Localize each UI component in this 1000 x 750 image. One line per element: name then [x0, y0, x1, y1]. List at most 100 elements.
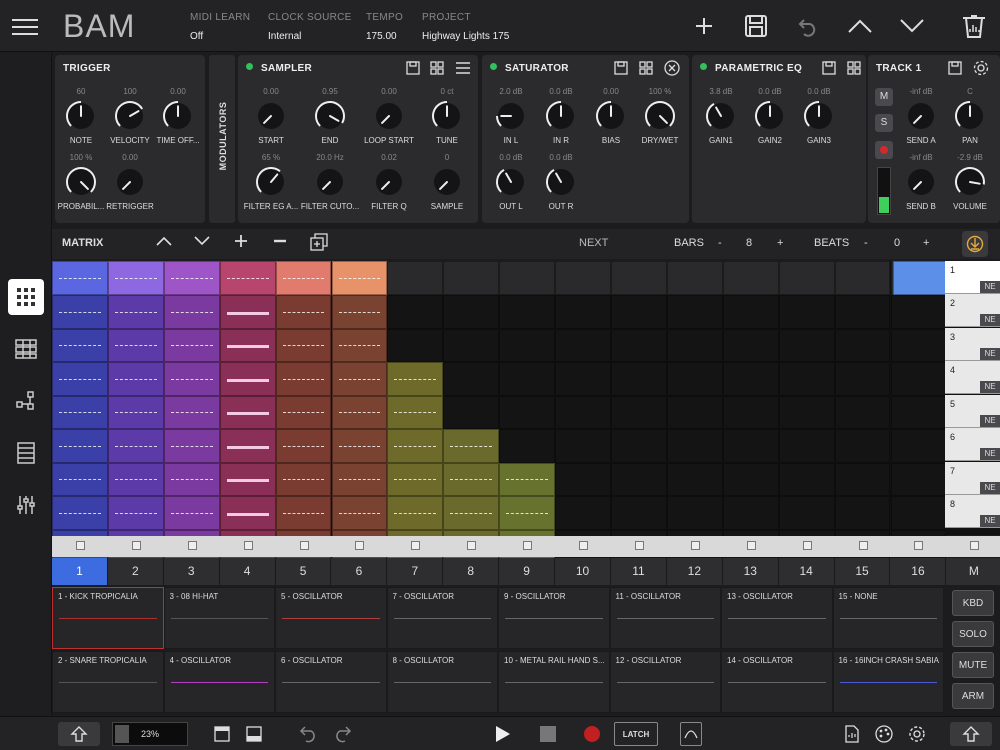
clip-slot[interactable]	[52, 362, 108, 396]
loop-start-knob[interactable]: 0.00 LOOP START	[357, 87, 421, 145]
clip-slot[interactable]	[107, 429, 164, 463]
clip-slot[interactable]	[722, 462, 779, 496]
beats-increment[interactable]: +	[923, 237, 929, 249]
track-panel[interactable]: 12 - OSCILLATOR	[609, 651, 721, 713]
clip-header[interactable]	[331, 261, 388, 295]
track-panel[interactable]: 5 - OSCILLATOR	[275, 587, 387, 649]
clip-slot[interactable]	[666, 362, 723, 396]
track-number[interactable]: 11	[611, 558, 667, 585]
clip-slot[interactable]	[275, 395, 332, 429]
track-number[interactable]: 8	[443, 558, 500, 585]
clip-slot[interactable]	[778, 295, 835, 329]
scene-8[interactable]: 8 NE	[945, 495, 1000, 528]
routing-view-icon[interactable]	[8, 383, 44, 419]
clip-slot[interactable]	[52, 462, 108, 496]
track-number[interactable]: 15	[835, 558, 891, 585]
duplicate-icon[interactable]	[310, 233, 328, 254]
track-number[interactable]: 9	[499, 558, 556, 585]
clip-slot[interactable]	[163, 362, 220, 396]
clip-slot[interactable]	[834, 295, 891, 329]
clip-header[interactable]	[163, 261, 220, 295]
clip-slot[interactable]	[163, 429, 220, 463]
track-number[interactable]: 6	[332, 558, 388, 585]
clip-header[interactable]	[834, 261, 891, 295]
clip-slot[interactable]	[387, 395, 444, 429]
clip-slot[interactable]	[778, 362, 835, 396]
stop-clip-checkbox[interactable]	[411, 541, 421, 550]
clip-slot[interactable]	[331, 462, 388, 496]
clock-source[interactable]: CLOCK SOURCE Internal	[268, 12, 378, 42]
beats-decrement[interactable]: -	[864, 237, 868, 249]
audio-file-icon[interactable]	[842, 722, 862, 746]
clip-slot[interactable]	[443, 362, 500, 396]
eq-status-led[interactable]	[700, 63, 707, 70]
clip-slot[interactable]	[52, 496, 108, 530]
menu-icon[interactable]	[12, 14, 38, 36]
clip-slot[interactable]	[219, 462, 276, 496]
clip-slot[interactable]	[275, 429, 332, 463]
bars-decrement[interactable]: -	[718, 237, 722, 249]
clip-slot[interactable]	[890, 462, 947, 496]
clip-slot[interactable]	[890, 328, 947, 362]
clip-slot[interactable]	[778, 429, 835, 463]
stop-clip-checkbox[interactable]	[970, 541, 980, 550]
clip-slot[interactable]	[52, 328, 108, 362]
sampler-status-led[interactable]	[246, 63, 253, 70]
filter-q-knob[interactable]: 0.02 FILTER Q	[357, 153, 421, 211]
stop-clip-checkbox[interactable]	[467, 541, 477, 550]
zoom-display[interactable]: 23%	[112, 722, 188, 746]
clip-slot[interactable]	[611, 295, 667, 329]
clip-header-selected[interactable]	[892, 261, 947, 295]
undo-icon[interactable]	[298, 722, 320, 746]
clip-slot[interactable]	[163, 462, 220, 496]
dry-wet-knob[interactable]: 100 % DRY/WET	[628, 87, 692, 145]
scene-next-button[interactable]: NE	[980, 448, 1000, 460]
track-panel[interactable]: 4 - OSCILLATOR	[163, 651, 275, 713]
clip-slot[interactable]	[387, 429, 444, 463]
track-number[interactable]: 14	[779, 558, 835, 585]
list-view-icon[interactable]	[8, 435, 44, 471]
scene-next-button[interactable]: NE	[980, 281, 1000, 293]
list-icon[interactable]	[454, 59, 472, 77]
save-preset-icon[interactable]	[404, 59, 422, 77]
clip-slot[interactable]	[666, 295, 723, 329]
clip-slot[interactable]	[219, 395, 276, 429]
clip-header[interactable]	[555, 261, 611, 295]
scene-4[interactable]: 4 NE	[945, 361, 1000, 394]
save-icon[interactable]	[739, 10, 773, 42]
stop-icon[interactable]	[538, 722, 558, 746]
clip-slot[interactable]	[275, 328, 332, 362]
next-select[interactable]: NEXT	[579, 237, 608, 249]
clip-slot[interactable]	[219, 496, 276, 530]
scene-next-button[interactable]: NE	[980, 348, 1000, 360]
clip-slot[interactable]	[611, 328, 667, 362]
start-knob[interactable]: 0.00 START	[239, 87, 303, 145]
track-number[interactable]: 4	[220, 558, 276, 585]
track-panel[interactable]: 3 - 08 HI-HAT	[163, 587, 275, 649]
undo-icon[interactable]	[791, 10, 825, 42]
mixer-view-icon[interactable]	[8, 487, 44, 523]
clip-slot[interactable]	[52, 295, 108, 329]
stop-clip-checkbox[interactable]	[131, 541, 141, 550]
scene-next-button[interactable]: NE	[980, 381, 1000, 393]
grid-icon[interactable]	[845, 59, 863, 77]
filter-eg-amount-knob[interactable]: 65 % FILTER EG A...	[239, 153, 303, 211]
follow-icon[interactable]	[962, 231, 988, 257]
clip-slot[interactable]	[499, 395, 556, 429]
clip-slot[interactable]	[163, 328, 220, 362]
track-number[interactable]: 3	[164, 558, 220, 585]
tempo[interactable]: TEMPO 175.00	[366, 12, 416, 42]
clip-slot[interactable]	[834, 328, 891, 362]
clip-slot[interactable]	[834, 462, 891, 496]
clip-slot[interactable]	[275, 295, 332, 329]
clip-slot[interactable]	[107, 496, 164, 530]
scroll-down-icon[interactable]	[194, 235, 210, 250]
window-bottom-icon[interactable]	[244, 722, 264, 746]
stop-clip-checkbox[interactable]	[690, 541, 700, 550]
clip-slot[interactable]	[219, 429, 276, 463]
clip-slot[interactable]	[499, 429, 556, 463]
saturator-status-led[interactable]	[490, 63, 497, 70]
clip-slot[interactable]	[778, 328, 835, 362]
sample-knob[interactable]: 0 SAMPLE	[415, 153, 479, 211]
clip-slot[interactable]	[331, 429, 388, 463]
